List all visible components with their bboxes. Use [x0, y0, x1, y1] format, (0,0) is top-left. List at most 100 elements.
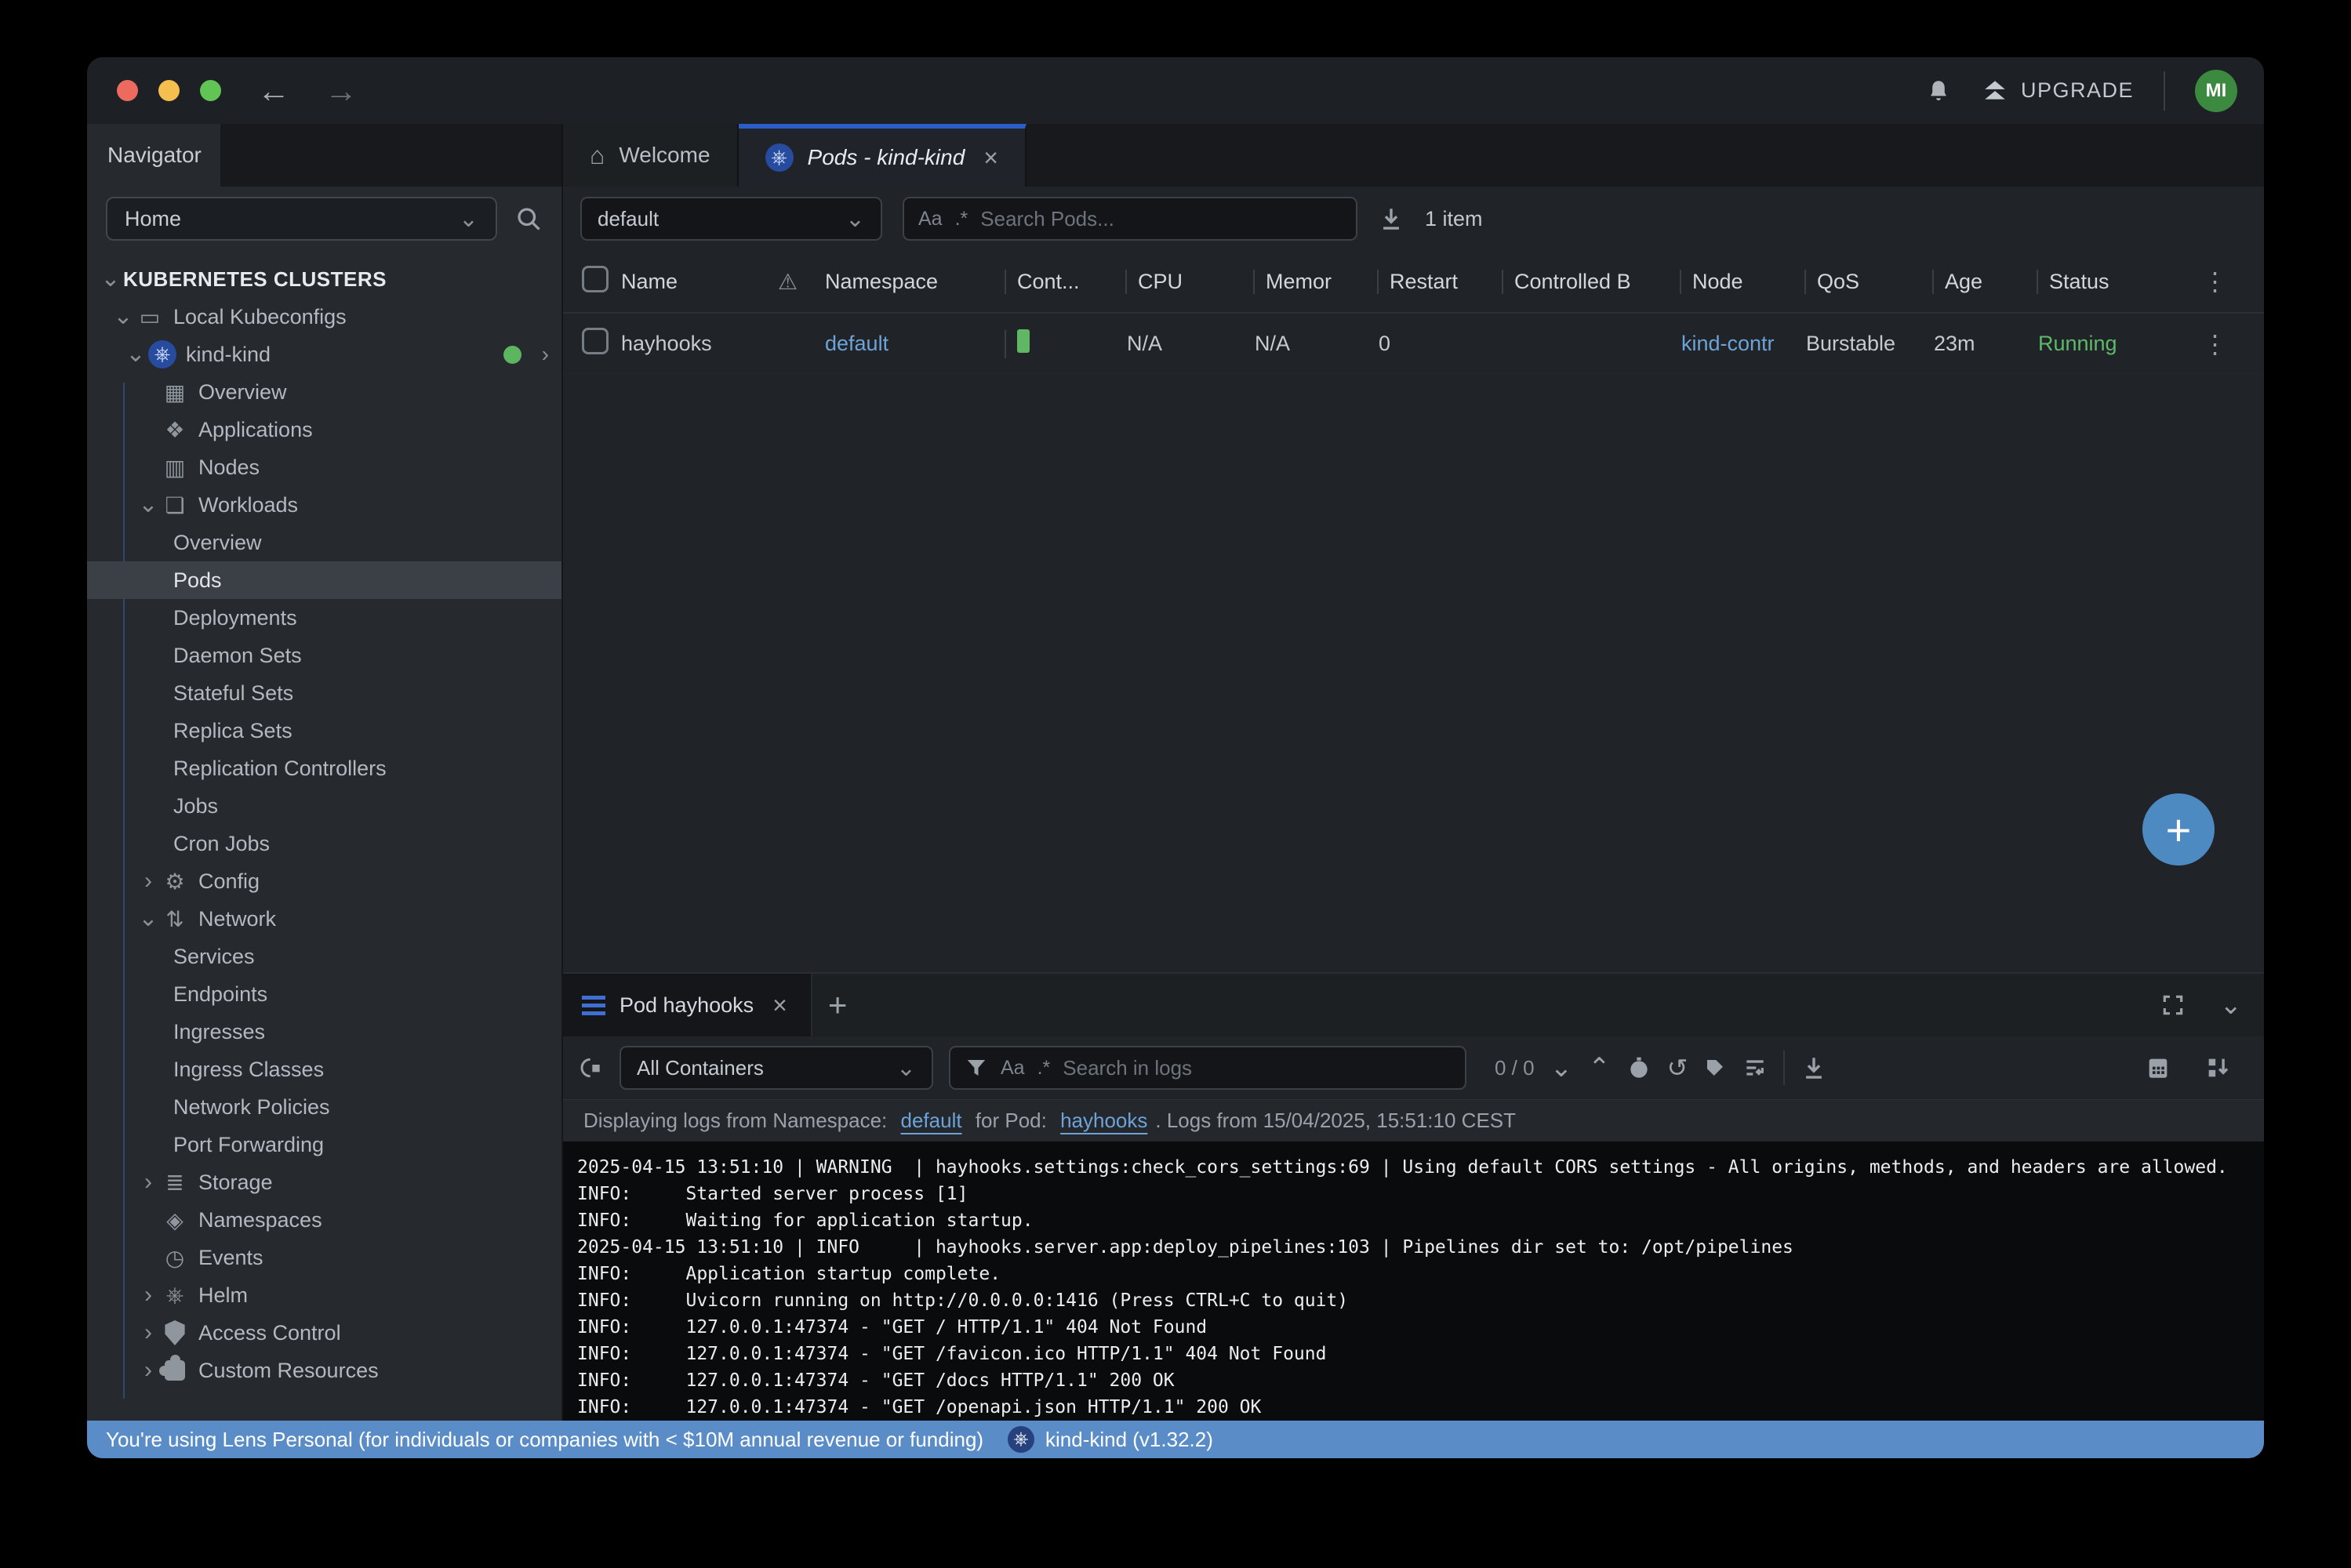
column-node[interactable]: Node — [1680, 270, 1804, 294]
regex-toggle[interactable]: .* — [955, 208, 968, 230]
sidebar-item-applications[interactable]: ❖ Applications — [87, 411, 561, 448]
sidebar-item-deployments[interactable]: Deployments — [87, 599, 561, 637]
forward-button[interactable]: → — [325, 72, 358, 110]
sidebar-item-namespaces[interactable]: ◈ Namespaces — [87, 1201, 561, 1239]
sidebar-item-storage[interactable]: › ≣ Storage — [87, 1163, 561, 1201]
chevron-down-icon[interactable]: ⌄ — [98, 267, 123, 291]
maximize-window-button[interactable] — [200, 80, 221, 101]
license-notice[interactable]: You're using Lens Personal (for individu… — [106, 1428, 983, 1452]
row-checkbox[interactable] — [563, 328, 620, 360]
sidebar-item-workloads[interactable]: ⌄ ❏ Workloads — [87, 486, 561, 524]
regex-toggle[interactable]: .* — [1037, 1057, 1051, 1080]
namespace-link[interactable]: default — [825, 332, 888, 355]
sidebar-item-daemon-sets[interactable]: Daemon Sets — [87, 637, 561, 674]
pods-search-input[interactable] — [980, 207, 1342, 231]
sidebar-item-overview[interactable]: ▦ Overview — [87, 373, 561, 411]
sidebar-item-access-control[interactable]: › Access Control — [87, 1314, 561, 1352]
search-icon[interactable] — [514, 205, 543, 233]
column-restarts[interactable]: Restart — [1377, 270, 1502, 294]
sidebar-item-jobs[interactable]: Jobs — [87, 787, 561, 825]
containers-select[interactable]: All Containers ⌄ — [620, 1046, 933, 1090]
sidebar-item-pods[interactable]: Pods — [87, 561, 561, 599]
tab-welcome[interactable]: ⌂ Welcome — [563, 124, 739, 187]
warning-column-icon[interactable]: ⚠ — [776, 269, 823, 295]
tab-pods-kind-kind[interactable]: ⎈ Pods - kind-kind × — [739, 124, 1027, 187]
sidebar-item-custom-resources[interactable]: › Custom Resources — [87, 1352, 561, 1389]
chevron-down-icon[interactable]: ⌄ — [123, 343, 148, 366]
column-qos[interactable]: QoS — [1804, 270, 1932, 294]
show-timestamps-icon[interactable] — [1626, 1055, 1652, 1080]
namespace-select[interactable]: default ⌄ — [580, 197, 882, 241]
column-age[interactable]: Age — [1932, 270, 2037, 294]
sidebar-item-services[interactable]: Services — [87, 938, 561, 975]
next-match-icon[interactable]: ⌄ — [1550, 1060, 1573, 1076]
show-previous-logs-icon[interactable]: ↺ — [1667, 1053, 1688, 1083]
upgrade-button[interactable]: UPGRADE — [1982, 78, 2134, 104]
back-button[interactable]: ← — [257, 72, 290, 110]
chevron-down-icon[interactable]: ⌄ — [136, 907, 161, 931]
sidebar-item-cron-jobs[interactable]: Cron Jobs — [87, 825, 561, 862]
maximize-dock-icon[interactable] — [2160, 993, 2186, 1018]
sidebar-item-network-policies[interactable]: Network Policies — [87, 1088, 561, 1126]
column-namespace[interactable]: Namespace — [823, 270, 1005, 294]
match-case-toggle[interactable]: Aa — [1001, 1057, 1025, 1080]
scope-select[interactable]: Home ⌄ — [106, 197, 497, 241]
chevron-right-icon[interactable]: › — [136, 1171, 161, 1194]
sidebar-item-port-forwarding[interactable]: Port Forwarding — [87, 1126, 561, 1163]
chevron-right-icon[interactable]: › — [136, 1359, 161, 1382]
sidebar-item-replica-sets[interactable]: Replica Sets — [87, 712, 561, 750]
close-dock-tab-icon[interactable]: × — [772, 991, 787, 1020]
column-cpu[interactable]: CPU — [1125, 270, 1253, 294]
sidebar-item-ingress-classes[interactable]: Ingress Classes — [87, 1051, 561, 1088]
column-status[interactable]: Status — [2037, 270, 2164, 294]
minimize-window-button[interactable] — [158, 80, 180, 101]
logs-search-input[interactable] — [1063, 1056, 1451, 1080]
sidebar-item-replication-controllers[interactable]: Replication Controllers — [87, 750, 561, 787]
column-memory[interactable]: Memor — [1253, 270, 1377, 294]
previous-match-icon[interactable]: ⌃ — [1588, 1060, 1611, 1076]
collapse-dock-icon[interactable]: ⌄ — [2220, 997, 2243, 1013]
add-resource-fab[interactable]: + — [2142, 793, 2215, 866]
row-kebab-menu-icon[interactable]: ⋮ — [2164, 329, 2264, 359]
sidebar-item-helm[interactable]: › ⎈ Helm — [87, 1276, 561, 1314]
tag-icon[interactable] — [1703, 1056, 1727, 1080]
select-all-checkbox[interactable] — [563, 266, 620, 298]
column-name[interactable]: Name — [620, 270, 776, 294]
wrap-lines-icon[interactable] — [1742, 1055, 1768, 1080]
chevron-right-icon[interactable]: › — [136, 869, 161, 893]
sidebar-item-nodes[interactable]: ▥ Nodes — [87, 448, 561, 486]
sidebar-item-local-kubeconfigs[interactable]: ⌄ ▭ Local Kubeconfigs — [87, 298, 561, 336]
user-avatar[interactable]: MI — [2195, 70, 2237, 112]
sidebar-item-config[interactable]: › ⚙ Config — [87, 862, 561, 900]
chevron-down-icon[interactable]: ⌄ — [111, 305, 136, 328]
sidebar-item-overview[interactable]: Overview — [87, 524, 561, 561]
download-icon[interactable] — [1378, 205, 1404, 232]
chevron-right-icon[interactable]: › — [136, 1283, 161, 1307]
column-containers[interactable]: Cont... — [1005, 270, 1125, 294]
close-tab-icon[interactable]: × — [983, 143, 998, 172]
match-case-toggle[interactable]: Aa — [918, 208, 943, 230]
sidebar-item-events[interactable]: ◷ Events — [87, 1239, 561, 1276]
column-controlled-by[interactable]: Controlled B — [1502, 270, 1680, 294]
download-logs-icon[interactable] — [1800, 1054, 1827, 1081]
logs-output[interactable]: 2025-04-15 13:51:10 | WARNING | hayhooks… — [563, 1142, 2264, 1421]
dock-tab-pod-hayhooks[interactable]: Pod hayhooks × — [563, 974, 812, 1036]
sidebar-item-kubernetes-clusters[interactable]: ⌄ KUBERNETES CLUSTERS — [87, 260, 561, 298]
sidebar-item-kind-kind[interactable]: ⌄ ⎈ kind-kind › — [87, 336, 561, 373]
header-kebab-menu-icon[interactable]: ⋮ — [2164, 267, 2264, 296]
chevron-right-icon[interactable]: › — [136, 1321, 161, 1345]
notifications-bell-icon[interactable] — [1925, 78, 1952, 104]
sidebar-item-stateful-sets[interactable]: Stateful Sets — [87, 674, 561, 712]
jump-to-container-icon[interactable] — [579, 1055, 604, 1080]
close-window-button[interactable] — [117, 80, 138, 101]
new-dock-tab-button[interactable]: + — [828, 986, 848, 1024]
filter-icon[interactable] — [965, 1056, 988, 1080]
chevron-right-icon[interactable]: › — [542, 342, 549, 367]
scroll-to-bottom-icon[interactable] — [2204, 1054, 2231, 1081]
table-row[interactable]: hayhooks default N/A N/A 0 kind-contr Bu… — [563, 314, 2264, 375]
sidebar-item-endpoints[interactable]: Endpoints — [87, 975, 561, 1013]
pod-link[interactable]: hayhooks — [1060, 1109, 1147, 1133]
chevron-down-icon[interactable]: ⌄ — [136, 493, 161, 517]
active-cluster-status[interactable]: ⎈ kind-kind (v1.32.2) — [1008, 1426, 1213, 1453]
calendar-icon[interactable] — [2145, 1054, 2171, 1081]
